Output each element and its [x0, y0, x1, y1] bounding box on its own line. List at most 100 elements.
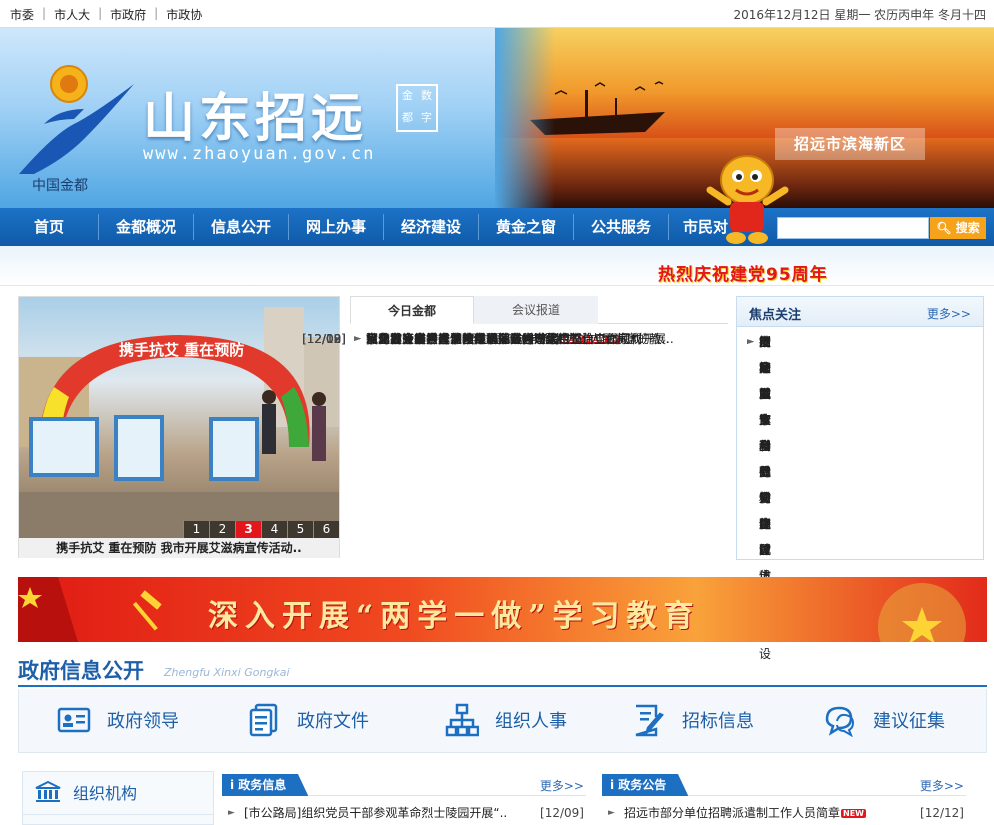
top-link-government[interactable]: 市政府: [110, 6, 146, 23]
focus-more-link[interactable]: 更多>>: [927, 305, 971, 322]
focus-title: 焦点关注: [749, 308, 802, 323]
nav-item-online-services[interactable]: 网上办事: [289, 208, 383, 246]
top-bar: 市委 | 市人大 | 市政府 | 市政协 2016年12月12日 星期一 农历丙申年 …: [0, 0, 994, 28]
column-header: i 政务公告 更多>>: [602, 774, 966, 796]
tab-label: 建议征集: [873, 711, 945, 732]
documents-icon: [249, 703, 278, 737]
news-title-text: 夏甸镇大走访真切倾听百姓心声: [366, 332, 535, 346]
party-anniversary-slogan: 热烈庆祝建党95周年: [658, 265, 828, 285]
mascot-icon: [706, 155, 789, 244]
slide-page-6[interactable]: 6: [313, 521, 339, 538]
tab-gov-leaders[interactable]: 政府领导: [57, 689, 179, 751]
city-logo-icon[interactable]: 中国金都: [14, 64, 139, 194]
chat-bubbles-icon: [825, 706, 855, 737]
org-chart-icon: [445, 703, 479, 737]
section-title: 政府信息公开: [18, 658, 144, 683]
item-date: [12/12]: [920, 806, 964, 820]
arch-text: 携手抗艾 重在预防: [119, 341, 244, 359]
photo-slideshow[interactable]: 携手抗艾 重在预防 1 2 3 4 5 6 携手抗艾 重在预防 我市开展艾滋病宣…: [18, 296, 340, 558]
current-date: 2016年12月12日 星期一 农历丙申年 冬月十四: [733, 8, 986, 22]
column-tag: i 政务信息: [222, 774, 309, 796]
tab-label: 招标信息: [682, 711, 754, 732]
site-banner: 招远市滨海新区 中国金都 山东招远 www.zhaoyuan.gov.cn 金 …: [0, 28, 994, 208]
news-tabs: 今日金都 会议报道: [350, 296, 728, 324]
news-date: [12/08]: [302, 332, 346, 346]
nav-item-gold-window[interactable]: 黄金之窗: [479, 208, 573, 246]
slide-page-3[interactable]: 3: [235, 521, 261, 538]
top-link-peoples-congress[interactable]: 市人大: [54, 6, 90, 23]
slide-page-2[interactable]: 2: [209, 521, 235, 538]
bullet-arrow-icon: ►: [747, 337, 754, 347]
slide-caption[interactable]: 携手抗艾 重在预防 我市开展艾滋病宣传活动..: [19, 538, 339, 558]
news-panel: 今日金都 会议报道 ►市总工会心系企业困难职工开展送温暖活动NEW[12/12]…: [302, 296, 728, 558]
new-badge: NEW: [841, 809, 866, 818]
nav-item-overview[interactable]: 金都概况: [99, 208, 193, 246]
column-header: i 政务信息 更多>>: [222, 774, 586, 796]
top-link-party-committee[interactable]: 市委: [10, 6, 34, 23]
slide-pagination: 1 2 3 4 5 6: [183, 521, 339, 538]
bullet-arrow-icon: ►: [608, 808, 615, 818]
party-emblem-icon: [18, 577, 162, 642]
aids-campaign-photo: 携手抗艾 重在预防: [19, 307, 339, 538]
nav-item-public-services[interactable]: 公共服务: [574, 208, 668, 246]
tab-gov-documents[interactable]: 政府文件: [247, 689, 369, 751]
bullet-arrow-icon: ►: [354, 334, 361, 344]
main-nav: 首页 金都概况 信息公开 网上办事 经济建设 黄金之窗 公共服务 市民对 🔍︎ …: [0, 208, 994, 246]
tab-today-jindu[interactable]: 今日金都: [350, 296, 474, 324]
tab-org-personnel[interactable]: 组织人事: [445, 689, 567, 751]
site-url: www.zhaoyuan.gov.cn: [143, 144, 376, 164]
divider: |: [154, 6, 159, 20]
gov-news-column: i 政务信息 更多>> ► [市公路局]组织党员干部参观革命烈士陵园开展“.. …: [222, 774, 586, 825]
seal-char: 字: [421, 111, 432, 124]
column-more-link[interactable]: 更多>>: [920, 777, 964, 794]
slide-page-1[interactable]: 1: [183, 521, 209, 538]
org-structure-link[interactable]: 组织机构: [23, 772, 213, 812]
top-link-cppcc[interactable]: 市政协: [166, 6, 202, 23]
digital-gold-seal: 金 数 都 字: [396, 84, 438, 132]
item-title-text: 招远市部分单位招聘派遣制工作人员简章: [624, 806, 841, 820]
government-building-icon: [35, 781, 61, 802]
column-tag-label: 政务信息: [238, 778, 287, 792]
gov-info-header: 政府信息公开 Zhengfu Xinxi Gongkai: [18, 653, 987, 687]
top-links: 市委 | 市人大 | 市政府 | 市政协: [10, 6, 202, 23]
svg-text:中国金都: 中国金都: [32, 178, 88, 194]
edit-document-icon: [635, 704, 664, 737]
column-tag-label: 政务公告: [618, 778, 667, 792]
column-more-link[interactable]: 更多>>: [540, 777, 584, 794]
seal-char: 金: [402, 89, 413, 102]
area-label: 招远市滨海新区: [775, 128, 925, 160]
slide-page-4[interactable]: 4: [261, 521, 287, 538]
star-emblem-icon: [878, 583, 966, 642]
slide-photo[interactable]: 携手抗艾 重在预防 1 2 3 4 5 6: [19, 297, 339, 538]
list-item[interactable]: ► 招远市部分单位招聘派遣制工作人员简章 NEW [12/12]: [602, 802, 966, 824]
nav-item-economy[interactable]: 经济建设: [384, 208, 478, 246]
divider: [23, 814, 213, 815]
divider: |: [42, 6, 47, 20]
column-tag: i 政务公告: [602, 774, 689, 796]
slide-page-5[interactable]: 5: [287, 521, 313, 538]
focus-panel: 焦点关注 更多>> ► 国家政策 ► 创建国家食品安全城市 ► 食品安全科普知识 ► 市场主体…: [736, 296, 984, 661]
tab-label: 组织人事: [495, 711, 567, 732]
org-sidebox: 组织机构: [22, 771, 214, 825]
gov-notice-column: i 政务公告 更多>> ► 招远市部分单位招聘派遣制工作人员简章 NEW [12/…: [602, 774, 966, 825]
list-item[interactable]: ► [市公路局]组织党员干部参观革命烈士陵园开展“.. [12/09]: [222, 802, 586, 824]
nav-item-home[interactable]: 首页: [0, 208, 98, 246]
banner-text: 深入开展“两学一做”学习教育: [208, 599, 701, 634]
tab-meeting-reports[interactable]: 会议报道: [474, 296, 598, 324]
search-button[interactable]: 🔍︎ 搜索: [930, 217, 986, 239]
tab-suggestions[interactable]: 建议征集: [823, 689, 945, 751]
item-date: [12/09]: [540, 806, 584, 820]
item-title: 招远市部分单位招聘派遣制工作人员简章 NEW: [624, 802, 914, 824]
seal-char: 数: [421, 89, 432, 102]
nav-item-info-disclosure[interactable]: 信息公开: [194, 208, 288, 246]
item-title: [市公路局]组织党员干部参观革命烈士陵园开展“..: [244, 806, 508, 820]
tab-label: 政府文件: [297, 711, 369, 732]
search-icon: 🔍︎: [936, 221, 952, 235]
section-subtitle: Zhengfu Xinxi Gongkai: [164, 666, 290, 679]
tab-bidding-info[interactable]: 招标信息: [632, 689, 754, 751]
study-education-banner[interactable]: 深入开展“两学一做”学习教育: [18, 577, 987, 642]
slogan-strip: 热烈庆祝建党95周年: [0, 246, 994, 286]
search-button-label: 搜索: [955, 221, 980, 235]
search-input[interactable]: [777, 217, 929, 239]
site-title: 山东招远: [143, 88, 368, 149]
